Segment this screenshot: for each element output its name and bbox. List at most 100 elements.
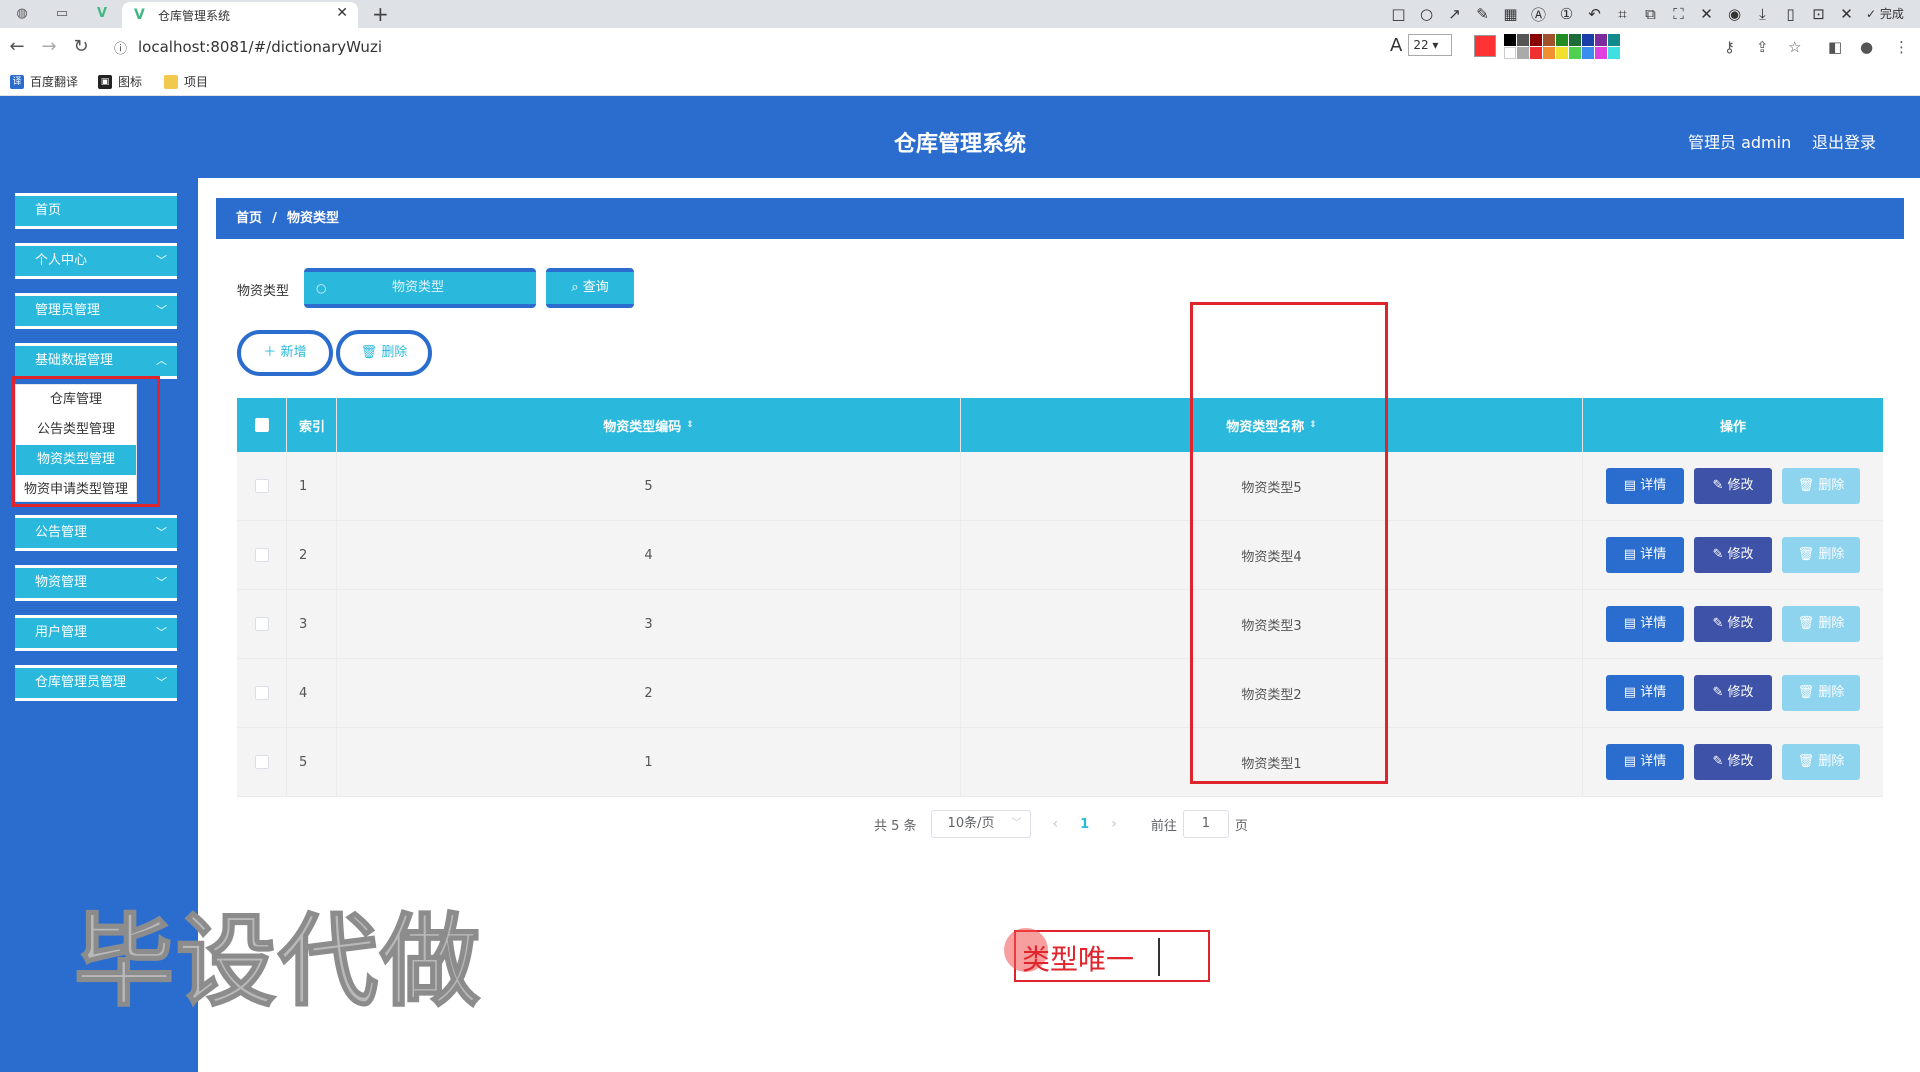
query-button[interactable]: ⌕ 查询	[546, 268, 634, 308]
record-icon[interactable]: ◉	[1726, 5, 1743, 23]
mosaic-tool-icon[interactable]: ▦	[1502, 5, 1519, 23]
undo-icon[interactable]: ↶	[1586, 5, 1603, 23]
prev-page-icon[interactable]: ‹	[1053, 816, 1059, 832]
row-checkbox[interactable]	[254, 617, 269, 631]
current-color-swatch[interactable]	[1474, 35, 1496, 57]
sidebar-item-user[interactable]: 用户管理 ﹀	[15, 615, 177, 651]
annotation-toolbar: □ ○ ↗ ✎ ▦ Ⓐ ① ↶ ⌗ ⧉ ⛶ ✕ ◉ ⤓ ▯ ⊡ ✕	[1390, 2, 1855, 26]
crop-icon[interactable]: ⌗	[1614, 5, 1631, 23]
sort-icon[interactable]: ⇕	[686, 420, 694, 430]
row-select-cell	[237, 452, 287, 520]
bookmark-icon[interactable]: ⊡	[1810, 5, 1827, 23]
ocr-icon[interactable]: ⛶	[1670, 5, 1687, 23]
row-checkbox[interactable]	[254, 686, 269, 700]
delete-button[interactable]: 🗑 删除	[1782, 744, 1860, 780]
close-tab-icon[interactable]: ✕	[336, 5, 348, 21]
url-field[interactable]: localhost:8081/#/dictionaryWuzi	[138, 38, 382, 56]
detail-button[interactable]: ▤ 详情	[1606, 744, 1684, 780]
arrow-tool-icon[interactable]: ↗	[1446, 5, 1463, 23]
edit-button[interactable]: ✎ 修改	[1694, 537, 1772, 573]
share-icon[interactable]: ⇪	[1756, 38, 1769, 56]
logout-link[interactable]: 退出登录	[1812, 129, 1876, 153]
done-button[interactable]: ✓ 完成	[1866, 5, 1904, 22]
vue-tab-icon[interactable]: V	[92, 4, 112, 24]
pin-icon[interactable]: ✕	[1698, 5, 1715, 23]
trash-icon: 🗑	[1797, 616, 1815, 631]
forward-icon[interactable]: →	[38, 36, 60, 57]
watermark: 毕设代做	[73, 902, 482, 1021]
row-checkbox[interactable]	[254, 479, 269, 493]
edit-button[interactable]: ✎ 修改	[1694, 675, 1772, 711]
translate-bookmark-icon: 译	[10, 74, 24, 89]
sidebar-item-warehouse-admin[interactable]: 仓库管理员管理 ﹀	[15, 665, 177, 701]
document-icon: ▤	[1623, 685, 1637, 700]
detail-button[interactable]: ▤ 详情	[1606, 675, 1684, 711]
delete-button[interactable]: 🗑 删除	[1782, 537, 1860, 573]
sidebar-item-basedata[interactable]: 基础数据管理 ︿	[15, 343, 177, 379]
add-button[interactable]: ＋ 新增	[237, 330, 333, 376]
menu-icon[interactable]: ⋮	[1894, 38, 1909, 56]
row-checkbox[interactable]	[254, 548, 269, 562]
search-label: 物资类型	[237, 284, 290, 299]
detail-button[interactable]: ▤ 详情	[1606, 537, 1684, 573]
sidebar-item-notice[interactable]: 公告管理 ﹀	[15, 515, 177, 551]
cancel-icon[interactable]: ✕	[1838, 5, 1855, 23]
blank-tab-icon[interactable]: ▭	[52, 4, 72, 24]
sidepanel-icon[interactable]: ◧	[1828, 38, 1842, 56]
image-bookmark-icon: ▣	[98, 74, 112, 89]
new-tab-icon[interactable]: +	[372, 2, 389, 26]
next-page-icon[interactable]: ›	[1111, 816, 1117, 832]
profile-icon[interactable]: ●	[1860, 38, 1873, 56]
sidebar-item-material[interactable]: 物资管理 ﹀	[15, 565, 177, 601]
delete-button[interactable]: 🗑 删除	[1782, 606, 1860, 642]
delete-button[interactable]: 🗑 删除	[1782, 675, 1860, 711]
circle-tool-icon[interactable]: ○	[1418, 5, 1435, 23]
chevron-down-icon: ﹀	[156, 304, 167, 317]
chevron-down-icon: ﹀	[156, 676, 167, 689]
batch-delete-button[interactable]: 🗑 删除	[336, 330, 432, 376]
sidebar-item-admin[interactable]: 管理员管理 ﹀	[15, 293, 177, 329]
phone-icon[interactable]: ▯	[1782, 5, 1799, 23]
row-checkbox[interactable]	[254, 755, 269, 769]
edit-button[interactable]: ✎ 修改	[1694, 744, 1772, 780]
sidebar-item-home[interactable]: 首页	[15, 193, 177, 229]
material-type-table: 索引 物资类型编码 ⇕ 物资类型名称 ⇕ 操作 1 5 物资类型5 ▤ 详情 ✎ 修…	[237, 398, 1883, 797]
bookmark-icons[interactable]: ▣ 图标	[98, 73, 142, 90]
current-page[interactable]: 1	[1080, 817, 1089, 832]
download-icon[interactable]: ⤓	[1754, 5, 1771, 23]
delete-button[interactable]: 🗑 删除	[1782, 468, 1860, 504]
star-icon[interactable]: ☆	[1788, 38, 1801, 56]
header-code[interactable]: 物资类型编码 ⇕	[337, 398, 961, 452]
text-tool-icon[interactable]: Ⓐ	[1530, 4, 1547, 25]
bookmark-baidu[interactable]: 译百度翻译	[10, 73, 78, 90]
active-tab[interactable]: V 仓库管理系统 ✕	[122, 2, 358, 28]
pen-tool-icon[interactable]: ✎	[1474, 5, 1491, 23]
reload-icon[interactable]: ↻	[70, 36, 92, 57]
edit-button[interactable]: ✎ 修改	[1694, 606, 1772, 642]
translate-icon[interactable]: ⧉	[1642, 5, 1659, 23]
color-palette[interactable]	[1504, 34, 1620, 59]
select-all-checkbox[interactable]	[254, 418, 269, 432]
page-size-select[interactable]: 10条/页 ﹀	[930, 810, 1031, 838]
key-icon[interactable]: ⚷	[1724, 38, 1735, 56]
search-input[interactable]: ○ 物资类型	[304, 268, 536, 308]
font-size-select[interactable]: 22 ▾	[1408, 34, 1453, 56]
row-index: 2	[287, 521, 337, 589]
site-info-icon[interactable]: ⓘ	[114, 38, 127, 57]
select-all-cell	[237, 398, 287, 452]
edit-button[interactable]: ✎ 修改	[1694, 468, 1772, 504]
goto-page-input[interactable]: 1	[1182, 810, 1229, 838]
font-icon: A	[1390, 34, 1403, 56]
bookmarks-bar: 译百度翻译 ▣ 图标 项目	[0, 68, 1920, 96]
bookmark-project[interactable]: 项目	[164, 73, 208, 90]
detail-button[interactable]: ▤ 详情	[1606, 468, 1684, 504]
annotation-textbox[interactable]: 类型唯一	[1004, 928, 1210, 982]
breadcrumb-home[interactable]: 首页	[236, 211, 262, 226]
rectangle-tool-icon[interactable]: □	[1390, 5, 1407, 23]
pencil-icon: ✎	[1712, 754, 1724, 769]
detail-button[interactable]: ▤ 详情	[1606, 606, 1684, 642]
back-icon[interactable]: ←	[6, 36, 28, 57]
sidebar-item-profile[interactable]: 个人中心 ﹀	[15, 243, 177, 279]
number-tool-icon[interactable]: ①	[1558, 5, 1575, 23]
globe-icon[interactable]: ◍	[12, 4, 32, 24]
